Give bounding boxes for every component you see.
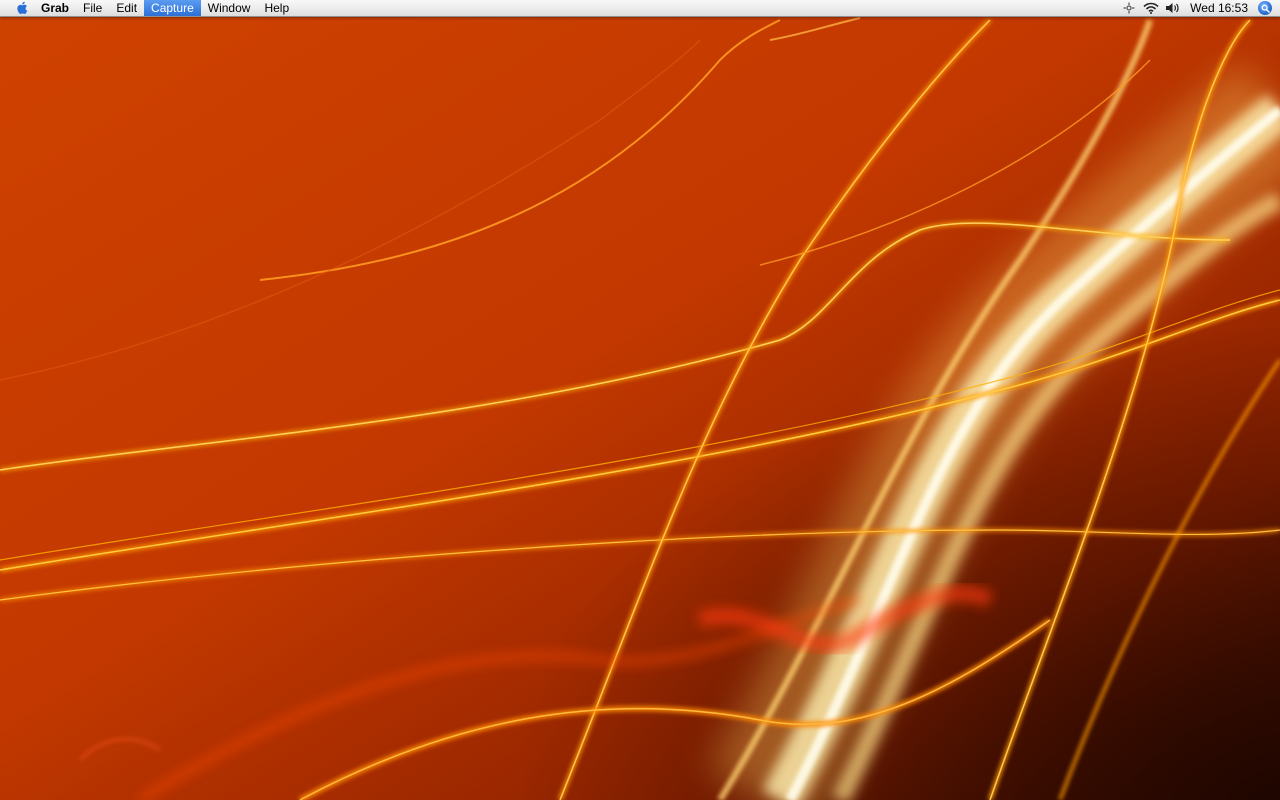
menu-app-grab[interactable]: Grab (36, 0, 76, 16)
desktop-wallpaper (0, 0, 1280, 800)
spotlight-search-icon[interactable] (1258, 1, 1272, 15)
menu-bar-clock[interactable]: Wed 16:53 (1184, 0, 1256, 16)
bluetooth-icon[interactable] (1119, 0, 1139, 16)
menu-bar-left: Grab File Edit Capture Window Help (0, 0, 296, 16)
menu-help[interactable]: Help (257, 0, 296, 16)
volume-icon[interactable] (1163, 0, 1183, 16)
menu-window[interactable]: Window (201, 0, 258, 16)
apple-logo-icon[interactable] (6, 0, 36, 16)
menu-capture[interactable]: Capture (144, 0, 201, 16)
menu-bar: Grab File Edit Capture Window Help Wed 1… (0, 0, 1280, 17)
menu-edit[interactable]: Edit (109, 0, 144, 16)
menu-bar-status: Wed 16:53 (1118, 0, 1280, 16)
desktop[interactable] (0, 0, 1280, 800)
menu-file[interactable]: File (76, 0, 109, 16)
wifi-icon[interactable] (1141, 0, 1161, 16)
